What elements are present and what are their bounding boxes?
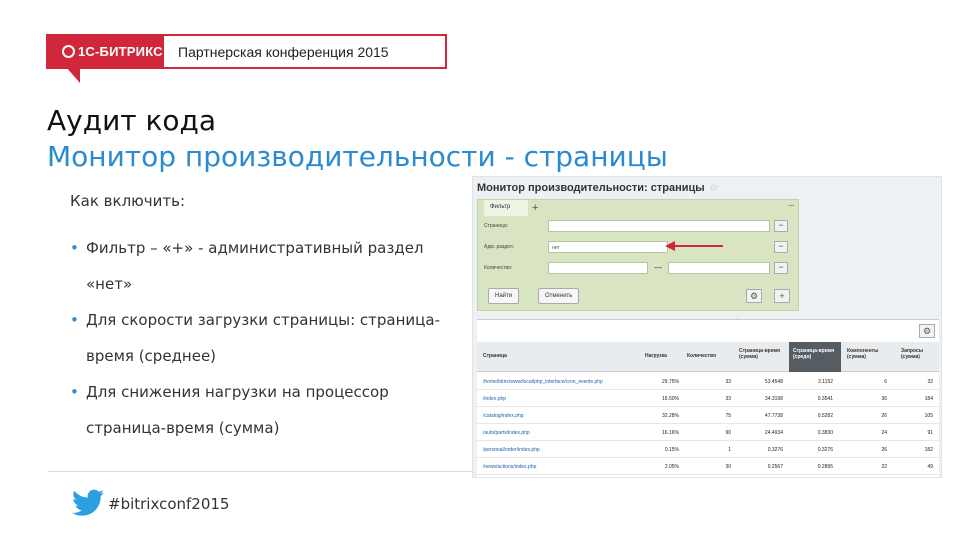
table-cell: 16.16%	[662, 430, 679, 436]
column-header[interactable]: Страница	[483, 353, 507, 359]
conference-title: Партнерская конференция 2015	[178, 44, 389, 60]
pages-table: ⚙ Страница Нагрузка Количество Страница-…	[477, 319, 939, 477]
table-cell: 2.1152	[818, 379, 833, 385]
table-cell: 2.05%	[664, 464, 679, 470]
remove-filter-button[interactable]: −	[774, 241, 788, 253]
table-row: /auto/parts/index.php 16.16% 90 24.4934 0.38…	[477, 424, 939, 441]
table-cell: 26	[881, 413, 887, 419]
page-link[interactable]: /personal/order/index.php	[483, 447, 643, 453]
table-cell: 0.3541	[817, 396, 833, 402]
filter-label-count: Количество:	[484, 265, 513, 271]
hashtag: #bitrixconf2015	[108, 495, 230, 513]
cancel-button[interactable]: Отменить	[538, 288, 580, 304]
table-row: /catalog/index.php 32.28% 75 47.7738 0.5282 2…	[477, 407, 939, 424]
column-header[interactable]: Количество	[687, 353, 716, 359]
filter-panel: Фильтр + – Страница: − Адм. раздел: нет …	[477, 199, 799, 311]
table-cell: 36	[881, 396, 887, 402]
slide-title: Аудит кода	[47, 104, 217, 137]
bullet-dot-icon: •	[70, 383, 79, 401]
table-cell: 33	[725, 379, 731, 385]
red-arrow-icon	[665, 241, 723, 251]
table-cell: 16.50%	[662, 396, 679, 402]
bullet-item: • Фильтр – «+» - административный раздел …	[70, 230, 470, 302]
star-icon[interactable]: ☆	[709, 182, 719, 194]
table-cell: 30	[725, 464, 731, 470]
bullet-dot-icon: •	[70, 239, 79, 257]
plus-button[interactable]: +	[774, 289, 790, 303]
column-header-sorted[interactable]: Страница-время (средн)	[789, 342, 841, 372]
table-cell: 47.7738	[764, 413, 783, 419]
page-link[interactable]: /home/bitrix/www/local/php_interface/cro…	[483, 379, 643, 385]
table-cell: 0.5282	[817, 413, 833, 419]
column-header[interactable]: Запросы (сумма)	[901, 348, 937, 360]
how-label: Как включить:	[70, 192, 186, 210]
filter-tab[interactable]: Фильтр	[484, 200, 528, 216]
column-header[interactable]: Страница-время (сумма)	[739, 348, 783, 360]
minimize-icon[interactable]: –	[788, 200, 794, 211]
table-cell: 24	[881, 430, 887, 436]
logo-circle-icon	[62, 45, 75, 58]
table-cell: 90	[725, 430, 731, 436]
footer-divider	[48, 471, 478, 472]
bullet-dot-icon: •	[70, 311, 79, 329]
page-link[interactable]: /index.php	[483, 396, 643, 402]
slide-subtitle: Монитор производительности - страницы	[47, 140, 668, 173]
add-filter-icon[interactable]: +	[532, 202, 538, 214]
page-link[interactable]: /catalog/index.php	[483, 413, 643, 419]
table-cell: 22	[881, 464, 887, 470]
find-button[interactable]: Найти	[488, 288, 520, 304]
table-row: /home/bitrix/www/local/php_interface/cro…	[477, 373, 939, 390]
screenshot-title: Монитор производительности: страницы ☆	[477, 182, 719, 194]
table-cell: 91	[927, 430, 933, 436]
count-from-input[interactable]	[548, 262, 648, 274]
table-cell: 0.2567	[767, 464, 783, 470]
logo-text: 1С-БИТРИКС	[62, 44, 163, 59]
column-header[interactable]: Нагрузка	[645, 353, 667, 359]
filter-label-admin: Адм. раздел:	[484, 244, 514, 250]
count-to-input[interactable]	[668, 262, 770, 274]
remove-filter-button[interactable]: −	[774, 262, 788, 274]
conference-header: 1С-БИТРИКС Партнерская конференция 2015	[46, 34, 447, 83]
table-row: /personal/order/index.php 0.15% 1 0.3276 0.3…	[477, 441, 939, 458]
column-header[interactable]: Компоненты (сумма)	[847, 348, 891, 360]
table-cell: 0.3830	[817, 430, 833, 436]
twitter-bird-icon	[72, 489, 104, 516]
table-header: Страница Нагрузка Количество Страница-вр…	[477, 342, 939, 372]
page-link[interactable]: /auto/parts/index.php	[483, 430, 643, 436]
page-link[interactable]: /news/actions/index.php	[483, 464, 643, 470]
table-cell: 182	[924, 447, 933, 453]
performance-monitor-screenshot: Монитор производительности: страницы ☆ Фи…	[472, 176, 942, 478]
filter-label-page: Страница:	[484, 223, 509, 229]
range-dash: —	[654, 263, 662, 272]
table-settings-gear-icon[interactable]: ⚙	[919, 324, 935, 338]
admin-section-select[interactable]: нет	[548, 241, 668, 253]
bitrix-logo: 1С-БИТРИКС	[48, 36, 164, 83]
table-cell: 49	[927, 464, 933, 470]
bullet-item: • Для снижения нагрузки на процессор стра…	[70, 374, 470, 446]
remove-filter-button[interactable]: −	[774, 220, 788, 232]
table-cell: 24.4934	[764, 430, 783, 436]
table-row: /index.php 16.50% 33 34.3198 0.3541 36 184	[477, 390, 939, 407]
table-cell: 184	[924, 396, 933, 402]
table-cell: 0.3276	[767, 447, 783, 453]
table-cell: 33	[725, 396, 731, 402]
page-filter-input[interactable]	[548, 220, 770, 232]
bullet-item: • Для скорости загрузки страницы: страниц…	[70, 302, 470, 374]
table-cell: 6	[884, 379, 887, 385]
table-cell: 0.3276	[817, 447, 833, 453]
table-cell: 32.28%	[662, 413, 679, 419]
table-cell: 34.3198	[764, 396, 783, 402]
table-cell: 75	[725, 413, 731, 419]
content-list: Как включить: • Фильтр – «+» - администра…	[70, 192, 470, 446]
table-cell: 0.15%	[664, 447, 679, 453]
table-cell: 0.2895	[817, 464, 833, 470]
table-cell: 105	[924, 413, 933, 419]
table-cell: 29.75%	[662, 379, 679, 385]
table-cell: 26	[881, 447, 887, 453]
table-cell: 53.4548	[764, 379, 783, 385]
table-row: /news/actions/index.php 2.05% 30 0.2567 0.28…	[477, 458, 939, 475]
gear-icon[interactable]: ⚙	[746, 289, 762, 303]
table-cell: 32	[927, 379, 933, 385]
table-cell: 1	[728, 447, 731, 453]
